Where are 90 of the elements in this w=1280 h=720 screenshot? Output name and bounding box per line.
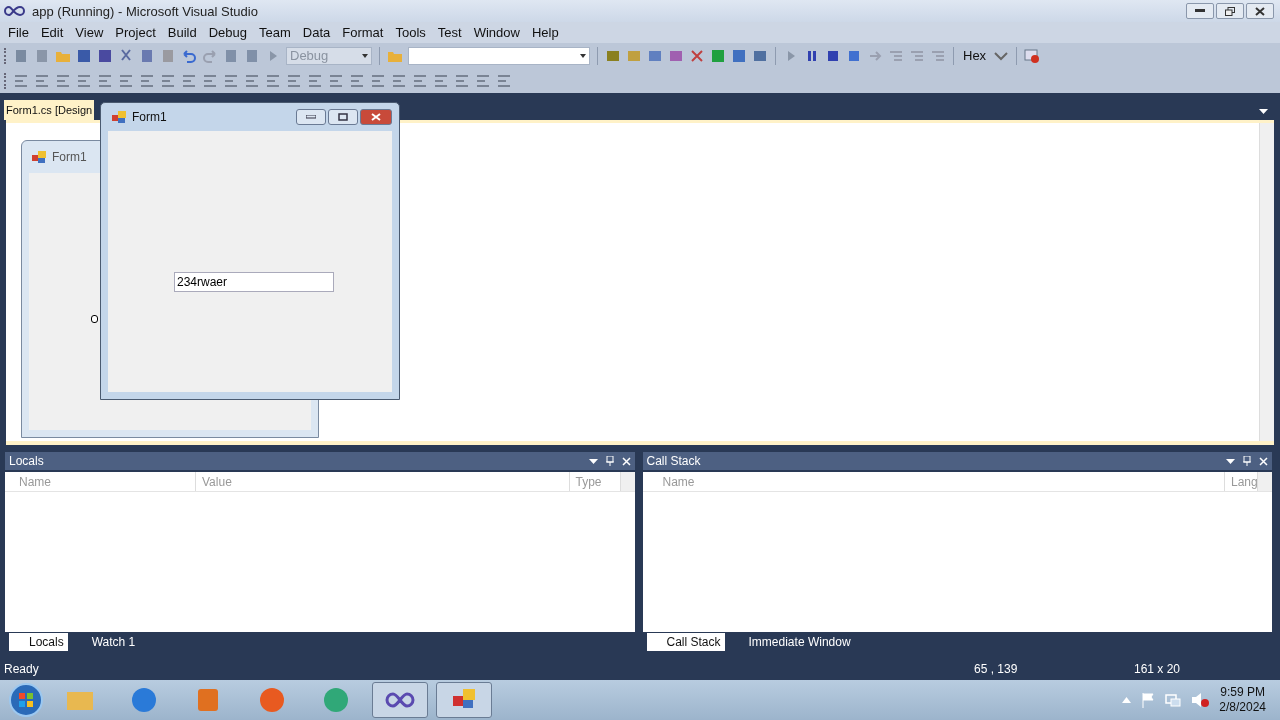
- menu-item[interactable]: Test: [431, 25, 468, 40]
- menu-item[interactable]: Edit: [34, 25, 70, 40]
- resize-handle[interactable]: [91, 315, 98, 323]
- panel-title: Call Stack: [646, 454, 701, 468]
- restore-button[interactable]: [1216, 3, 1244, 19]
- maximize-icon: [338, 113, 348, 121]
- hex-button[interactable]: Hex: [961, 48, 989, 63]
- panel-title: Locals: [9, 454, 44, 468]
- menu-item[interactable]: View: [69, 25, 110, 40]
- align-icon[interactable]: [13, 72, 29, 89]
- window-title: app (Running) - Microsoft Visual Studio: [32, 3, 258, 19]
- close-icon: [1255, 6, 1265, 16]
- selection-size: 161 x 20: [1134, 662, 1182, 676]
- menu-item[interactable]: Build: [161, 25, 203, 40]
- breakpoint-icon[interactable]: [1024, 47, 1041, 64]
- align-icon[interactable]: [328, 72, 344, 89]
- form-title: Form1: [52, 150, 87, 164]
- form-icon: [32, 151, 46, 163]
- dropdown-icon[interactable]: [588, 458, 598, 464]
- menu-item[interactable]: File: [2, 25, 35, 40]
- align-icon[interactable]: [370, 72, 386, 89]
- close-icon[interactable]: [621, 456, 631, 466]
- align-icon[interactable]: [34, 72, 50, 89]
- document-tab[interactable]: Form1.cs [Design: [4, 100, 95, 120]
- align-icon[interactable]: [202, 72, 218, 89]
- align-icon[interactable]: [160, 72, 176, 89]
- align-icon[interactable]: [349, 72, 365, 89]
- network-icon[interactable]: [1165, 692, 1182, 708]
- undo-icon[interactable]: [181, 47, 197, 64]
- dropdown-icon[interactable]: [1226, 458, 1235, 464]
- align-icon[interactable]: [265, 72, 281, 89]
- align-icon[interactable]: [118, 72, 134, 89]
- redo-icon[interactable]: [202, 47, 218, 64]
- clock[interactable]: 9:59 PM 2/8/2024: [1219, 685, 1266, 715]
- panel-tab[interactable]: Locals: [9, 633, 68, 651]
- align-icon[interactable]: [181, 72, 197, 89]
- align-icon[interactable]: [76, 72, 92, 89]
- menu-item[interactable]: Tools: [389, 25, 432, 40]
- speaker-muted-icon[interactable]: [1191, 692, 1210, 708]
- menu-item[interactable]: Format: [336, 25, 390, 40]
- align-icon[interactable]: [454, 72, 470, 89]
- find-dropdown[interactable]: [408, 46, 590, 65]
- scrollbar[interactable]: [1259, 123, 1274, 441]
- menu-item[interactable]: Project: [109, 25, 162, 40]
- close-button[interactable]: [360, 109, 392, 125]
- taskbar-app[interactable]: [436, 682, 492, 718]
- align-icon[interactable]: [223, 72, 239, 89]
- form-icon: [112, 111, 126, 123]
- tools-icon[interactable]: [689, 47, 705, 64]
- panel-tab[interactable]: Call Stack: [646, 633, 725, 651]
- cursor-position: 65 , 139: [974, 662, 1019, 676]
- align-icon[interactable]: [307, 72, 323, 89]
- align-icon[interactable]: [412, 72, 428, 89]
- align-icon[interactable]: [391, 72, 407, 89]
- close-button[interactable]: [1246, 3, 1274, 19]
- start-button[interactable]: [8, 682, 44, 718]
- align-icon[interactable]: [97, 72, 113, 89]
- menu-item[interactable]: Help: [525, 25, 565, 40]
- align-icon[interactable]: [286, 72, 302, 89]
- show-hidden-icons[interactable]: [1122, 697, 1132, 703]
- pin-icon[interactable]: [1243, 456, 1251, 466]
- caret-icon: [580, 53, 586, 58]
- menu-item[interactable]: Data: [296, 25, 337, 40]
- panel-tab[interactable]: Immediate Window: [728, 633, 855, 651]
- align-icon[interactable]: [55, 72, 71, 89]
- infinity-icon: [4, 6, 26, 16]
- minimize-button[interactable]: [1186, 3, 1214, 19]
- restore-icon: [1225, 6, 1235, 16]
- taskbar-app[interactable]: [372, 682, 428, 718]
- align-icon[interactable]: [139, 72, 155, 89]
- align-icon[interactable]: [433, 72, 449, 89]
- align-icon[interactable]: [496, 72, 512, 89]
- maximize-button[interactable]: [328, 109, 358, 125]
- menu-item[interactable]: Team: [253, 25, 297, 40]
- close-icon: [371, 113, 381, 121]
- minimize-icon: [306, 115, 316, 119]
- close-icon[interactable]: [1259, 456, 1268, 466]
- dropdown-icon[interactable]: [1259, 109, 1268, 114]
- menu-item[interactable]: Debug: [202, 25, 253, 40]
- panel-tab[interactable]: Watch 1: [71, 633, 140, 651]
- minimize-icon: [1195, 9, 1205, 13]
- menu-item[interactable]: Window: [467, 25, 526, 40]
- align-icon[interactable]: [244, 72, 260, 89]
- status-text: Ready: [4, 662, 39, 676]
- form-title: Form1: [132, 110, 167, 124]
- text-field[interactable]: 234rwaer: [174, 272, 334, 292]
- pin-icon[interactable]: [605, 456, 614, 466]
- caret-icon: [362, 53, 368, 58]
- align-icon[interactable]: [475, 72, 491, 89]
- flag-icon[interactable]: [1141, 692, 1156, 708]
